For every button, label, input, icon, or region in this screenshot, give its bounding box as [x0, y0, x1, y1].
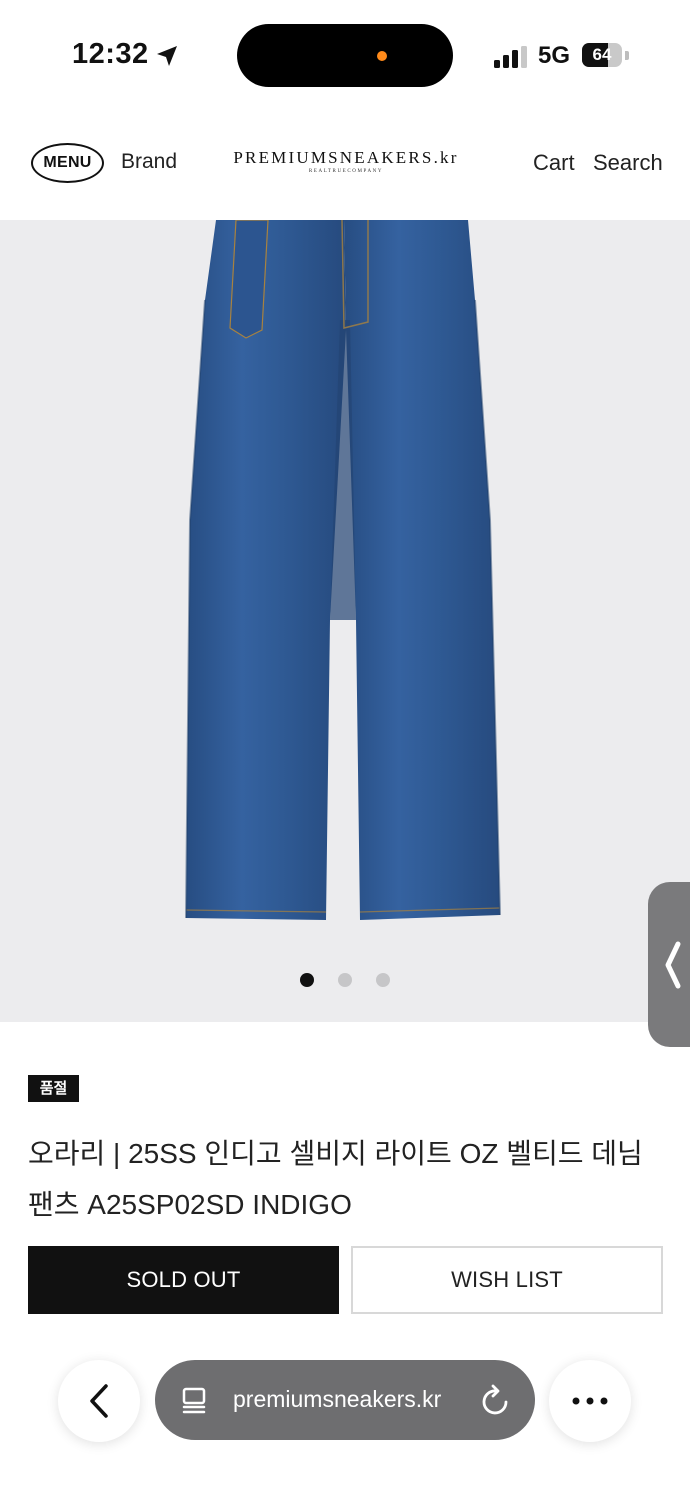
product-image-gallery[interactable]: [0, 220, 690, 1022]
product-title: 오라리 | 25SS 인디고 셀비지 라이트 OZ 벨티드 데님 팬츠 A25S…: [28, 1138, 643, 1220]
recording-indicator-icon: [377, 51, 387, 61]
network-type: 5G: [538, 42, 571, 69]
chevron-left-icon: [90, 1384, 108, 1418]
battery-icon: 64: [582, 43, 622, 67]
page-menu-icon[interactable]: [181, 1386, 209, 1414]
carousel-dot[interactable]: [338, 973, 352, 987]
more-options-button[interactable]: [549, 1360, 631, 1442]
brand-link[interactable]: Brand: [121, 150, 177, 174]
battery-tip: [625, 51, 629, 60]
browser-toolbar: premiumsneakers.kr: [0, 1340, 690, 1500]
side-panel-tab[interactable]: [648, 882, 690, 1047]
menu-button[interactable]: MENU: [31, 143, 104, 183]
location-arrow-icon: [157, 46, 177, 66]
logo-subtext: REALTRUECOMPANY: [308, 169, 384, 174]
wishlist-button[interactable]: WISH LIST: [351, 1246, 663, 1314]
cart-link[interactable]: Cart: [533, 150, 575, 176]
logo-text: PREMIUMSNEAKERS.kr: [233, 148, 459, 167]
address-bar[interactable]: premiumsneakers.kr: [155, 1360, 535, 1440]
search-link[interactable]: Search: [593, 150, 663, 176]
site-logo[interactable]: PREMIUMSNEAKERS.kr REALTRUECOMPANY: [226, 148, 466, 174]
carousel-dots: [0, 973, 690, 987]
carousel-dot[interactable]: [300, 973, 314, 987]
reload-icon[interactable]: [481, 1384, 511, 1416]
sold-out-button[interactable]: SOLD OUT: [28, 1246, 339, 1314]
dynamic-island: [237, 24, 453, 87]
status-time: 12:32: [72, 38, 149, 70]
carousel-dot[interactable]: [376, 973, 390, 987]
site-header: MENU Brand PREMIUMSNEAKERS.kr REALTRUECO…: [0, 110, 690, 220]
back-button[interactable]: [58, 1360, 140, 1442]
url-text: premiumsneakers.kr: [233, 1386, 442, 1412]
status-bar: 12:32 5G 64: [0, 0, 690, 110]
product-image: [185, 220, 501, 920]
cellular-signal-icon: [494, 46, 527, 68]
ellipsis-icon: [572, 1397, 608, 1405]
chevron-left-icon: [665, 941, 681, 989]
battery-level: 64: [592, 45, 612, 64]
sold-out-badge: 품절: [28, 1075, 79, 1102]
